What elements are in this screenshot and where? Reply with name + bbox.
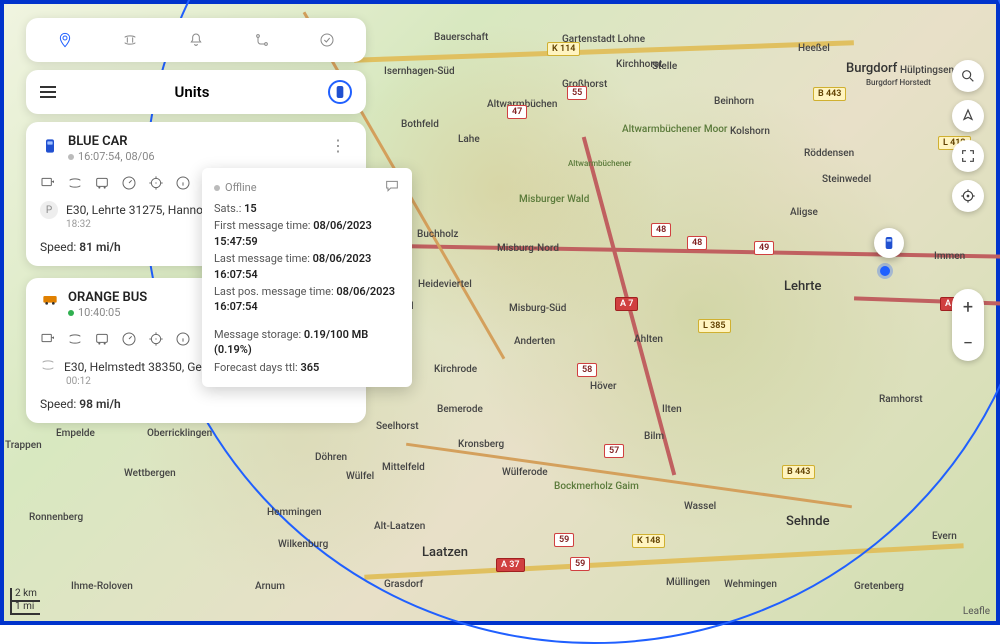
road-shield: K 148 xyxy=(632,534,665,548)
locate-icon[interactable] xyxy=(148,175,164,191)
speed-value: 98 mi/h xyxy=(79,397,121,411)
unit-timestamp: 16:07:54, 08/06 xyxy=(78,150,155,163)
road-shield: 47 xyxy=(507,105,527,119)
road-shield: 58 xyxy=(577,363,597,377)
filter-badge[interactable] xyxy=(328,80,352,104)
position-dot xyxy=(880,266,890,276)
info-icon[interactable] xyxy=(175,175,191,191)
page-title: Units xyxy=(56,83,328,101)
map-attribution: Leafle xyxy=(963,606,990,617)
road-shield: 48 xyxy=(687,236,707,250)
locate-icon[interactable] xyxy=(148,331,164,347)
unit-timestamp: 10:40:05 xyxy=(78,306,120,319)
road-shield: L 385 xyxy=(698,319,731,333)
road-shield: 48 xyxy=(651,223,671,237)
location-text: E30, Lehrte 31275, Hannover xyxy=(66,203,219,217)
command-icon[interactable] xyxy=(40,175,56,191)
tab-status[interactable] xyxy=(294,28,360,52)
road-shield: 59 xyxy=(570,557,590,571)
vehicle-icon xyxy=(40,134,60,158)
zoom-control: + − xyxy=(952,289,984,361)
speed-value: 81 mi/h xyxy=(79,240,121,254)
unit-marker-blue-car[interactable] xyxy=(874,228,904,258)
list-header: Units xyxy=(26,70,366,114)
bus-icon[interactable] xyxy=(94,331,110,347)
drone-icon[interactable] xyxy=(67,331,83,347)
tab-drone[interactable] xyxy=(98,28,164,52)
road-shield: B 443 xyxy=(782,465,815,479)
drone-icon[interactable] xyxy=(67,175,83,191)
vehicle-icon xyxy=(40,290,60,314)
road-shield: 57 xyxy=(604,444,624,458)
status-indicator xyxy=(68,310,74,316)
map-scale: 2 km 1 mi xyxy=(10,589,40,615)
tab-notifications[interactable] xyxy=(163,28,229,52)
road-shield: 49 xyxy=(754,241,774,255)
unit-tooltip: Offline Sats.: 15 First message time: 08… xyxy=(202,168,412,387)
trip-icon xyxy=(40,357,56,376)
speedometer-icon[interactable] xyxy=(121,331,137,347)
tab-route[interactable] xyxy=(229,28,295,52)
status-indicator xyxy=(214,185,220,191)
search-button[interactable] xyxy=(952,60,984,92)
menu-button[interactable] xyxy=(40,86,56,98)
card-more-button[interactable]: ⋮ xyxy=(324,134,352,157)
road-shield: A 37 xyxy=(496,558,525,572)
mode-tabbar xyxy=(26,18,366,62)
status-indicator xyxy=(68,154,74,160)
tooltip-status: Offline xyxy=(225,181,257,194)
zoom-out-button[interactable]: − xyxy=(952,325,984,361)
road-shield: B 443 xyxy=(813,87,846,101)
chat-icon[interactable] xyxy=(384,178,400,197)
bus-icon[interactable] xyxy=(94,175,110,191)
road-shield: A 7 xyxy=(615,297,638,311)
road-shield: K 114 xyxy=(547,42,580,56)
fullscreen-button[interactable] xyxy=(952,140,984,172)
speed-label: Speed: xyxy=(40,397,76,411)
info-icon[interactable] xyxy=(175,331,191,347)
unit-name: BLUE CAR xyxy=(68,134,316,149)
locate-me-button[interactable] xyxy=(952,180,984,212)
tab-map-pin[interactable] xyxy=(32,28,98,52)
road-shield: 55 xyxy=(567,86,587,100)
zoom-in-button[interactable]: + xyxy=(952,289,984,325)
speedometer-icon[interactable] xyxy=(121,175,137,191)
command-icon[interactable] xyxy=(40,331,56,347)
speed-label: Speed: xyxy=(40,240,76,254)
compass-button[interactable] xyxy=(952,100,984,132)
road-shield: 59 xyxy=(554,533,574,547)
parking-badge: P xyxy=(40,201,58,219)
